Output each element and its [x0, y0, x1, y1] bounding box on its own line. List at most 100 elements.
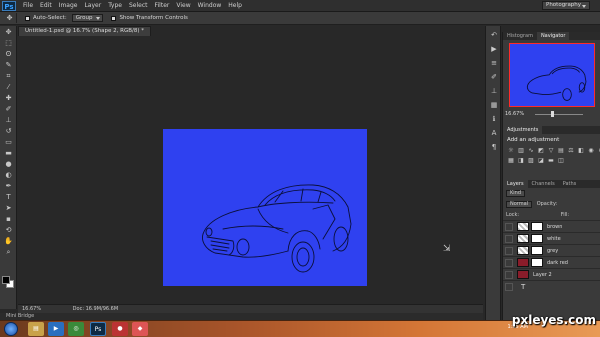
marquee-tool-icon[interactable]: ⬚ [2, 38, 15, 48]
tab-paths[interactable]: Paths [559, 180, 581, 188]
visibility-toggle[interactable] [505, 246, 513, 255]
menu-help[interactable]: Help [228, 2, 242, 9]
tab-layers[interactable]: Layers [503, 180, 528, 188]
layer-name[interactable]: Layer 2 [533, 272, 552, 278]
layer-row[interactable]: brown [503, 220, 600, 232]
document-tab[interactable]: Untitled-1.psd @ 16.7% (Shape 2, RGB/8) … [18, 26, 152, 36]
history-icon[interactable]: ↶ [488, 30, 500, 40]
app-taskbar-icon[interactable]: ● [112, 322, 128, 336]
navigator-zoom-knob[interactable] [551, 111, 554, 117]
layer-name[interactable]: T [521, 283, 525, 291]
layer-name[interactable]: brown [547, 224, 562, 230]
invert-icon[interactable]: ◨ [517, 157, 525, 165]
levels-icon[interactable]: ▥ [517, 147, 525, 155]
layer-row[interactable]: Layer 2 [503, 268, 600, 280]
dodge-tool-icon[interactable]: ◐ [2, 170, 15, 180]
history-brush-tool-icon[interactable]: ↺ [2, 126, 15, 136]
navigator-zoom-slider[interactable] [535, 111, 583, 117]
layer-row[interactable]: T [503, 280, 600, 292]
visibility-toggle[interactable] [505, 258, 513, 267]
3d-rotate-tool-icon[interactable]: ⟲ [2, 225, 15, 235]
threshold-icon[interactable]: ◪ [537, 157, 545, 165]
menu-edit[interactable]: Edit [40, 2, 52, 9]
clone-source-icon[interactable]: ⊥ [488, 86, 500, 96]
lasso-tool-icon[interactable]: ʘ [2, 49, 15, 59]
visibility-toggle[interactable] [505, 222, 513, 231]
character-icon[interactable]: A [488, 128, 500, 138]
menu-type[interactable]: Type [108, 2, 122, 9]
layer-kind-filter[interactable]: Kind [506, 190, 526, 197]
layer-row[interactable]: white [503, 232, 600, 244]
document-canvas[interactable] [163, 129, 367, 286]
layer-name[interactable]: white [547, 236, 561, 242]
properties-icon[interactable]: ≡ [488, 58, 500, 68]
browser-taskbar-icon[interactable]: ◎ [68, 322, 84, 336]
start-button-icon[interactable] [4, 322, 18, 336]
exposure-icon[interactable]: ◩ [537, 147, 545, 155]
show-transform-checkbox[interactable] [111, 15, 117, 21]
eyedropper-tool-icon[interactable]: ⁄ [2, 82, 15, 92]
layer-name[interactable]: grey [547, 248, 558, 254]
brush-panel-icon[interactable]: ✐ [488, 72, 500, 82]
vibrance-icon[interactable]: ▽ [547, 147, 555, 155]
hand-tool-icon[interactable]: ✋ [2, 236, 15, 246]
zoom-tool-icon[interactable]: ⌕ [2, 247, 15, 257]
menu-image[interactable]: Image [59, 2, 78, 9]
visibility-toggle[interactable] [505, 270, 513, 279]
crop-tool-icon[interactable]: ⌗ [2, 71, 15, 81]
paragraph-icon[interactable]: ¶ [488, 142, 500, 152]
menu-file[interactable]: File [23, 2, 33, 9]
type-tool-icon[interactable]: T [2, 192, 15, 202]
clone-stamp-tool-icon[interactable]: ⊥ [2, 115, 15, 125]
quick-select-tool-icon[interactable]: ✎ [2, 60, 15, 70]
swatches-icon[interactable]: ▦ [488, 100, 500, 110]
path-selection-tool-icon[interactable]: ➤ [2, 203, 15, 213]
move-tool-icon[interactable]: ✥ [2, 27, 15, 37]
tab-navigator[interactable]: Navigator [536, 32, 570, 40]
eraser-tool-icon[interactable]: ▭ [2, 137, 15, 147]
menu-layer[interactable]: Layer [84, 2, 101, 9]
visibility-toggle[interactable] [505, 234, 513, 243]
menu-select[interactable]: Select [129, 2, 148, 9]
visibility-toggle[interactable] [505, 282, 513, 291]
gradient-tool-icon[interactable]: ▬ [2, 148, 15, 158]
hue-saturation-icon[interactable]: ▤ [557, 147, 565, 155]
brightness-contrast-icon[interactable]: ☼ [507, 147, 515, 155]
brush-tool-icon[interactable]: ✐ [2, 104, 15, 114]
actions-icon[interactable]: ▶ [488, 44, 500, 54]
color-lookup-icon[interactable]: ▦ [507, 157, 515, 165]
pen-tool-icon[interactable]: ✒ [2, 181, 15, 191]
black-white-icon[interactable]: ◧ [577, 147, 585, 155]
photoshop-taskbar-icon[interactable]: Ps [90, 322, 106, 336]
gradient-map-icon[interactable]: ▬ [547, 157, 555, 165]
curves-icon[interactable]: ∿ [527, 147, 535, 155]
menu-view[interactable]: View [176, 2, 190, 9]
menu-filter[interactable]: Filter [155, 2, 170, 9]
navigator-zoom-value[interactable]: 16.67% [505, 111, 524, 117]
tab-adjustments[interactable]: Adjustments [503, 126, 543, 134]
zoom-readout[interactable]: 16.67% [22, 306, 41, 312]
media-taskbar-icon[interactable]: ▶ [48, 322, 64, 336]
info-icon[interactable]: ℹ [488, 114, 500, 124]
blur-tool-icon[interactable]: ● [2, 159, 15, 169]
navigator-preview[interactable] [509, 43, 595, 107]
workspace-switcher[interactable]: Photography [542, 1, 590, 10]
foreground-color-swatch[interactable] [2, 276, 10, 284]
selective-color-icon[interactable]: ◫ [557, 157, 565, 165]
layer-name[interactable]: dark red [547, 260, 568, 266]
blend-mode-select[interactable]: Normal [506, 201, 533, 208]
canvas-workspace[interactable]: ⇲ [18, 36, 483, 304]
mini-bridge-tab[interactable]: Mini Bridge [0, 313, 483, 320]
photo-filter-icon[interactable]: ◉ [587, 147, 595, 155]
menu-window[interactable]: Window [198, 2, 222, 9]
tab-channels[interactable]: Channels [528, 180, 559, 188]
auto-select-dropdown[interactable]: Group [71, 14, 104, 22]
healing-brush-tool-icon[interactable]: ✚ [2, 93, 15, 103]
posterize-icon[interactable]: ▨ [527, 157, 535, 165]
layer-row[interactable]: dark red [503, 256, 600, 268]
layer-row[interactable]: grey [503, 244, 600, 256]
tab-histogram[interactable]: Histogram [503, 32, 537, 40]
app2-taskbar-icon[interactable]: ◆ [132, 322, 148, 336]
shape-tool-icon[interactable]: ▪ [2, 214, 15, 224]
color-balance-icon[interactable]: ⚖ [567, 147, 575, 155]
